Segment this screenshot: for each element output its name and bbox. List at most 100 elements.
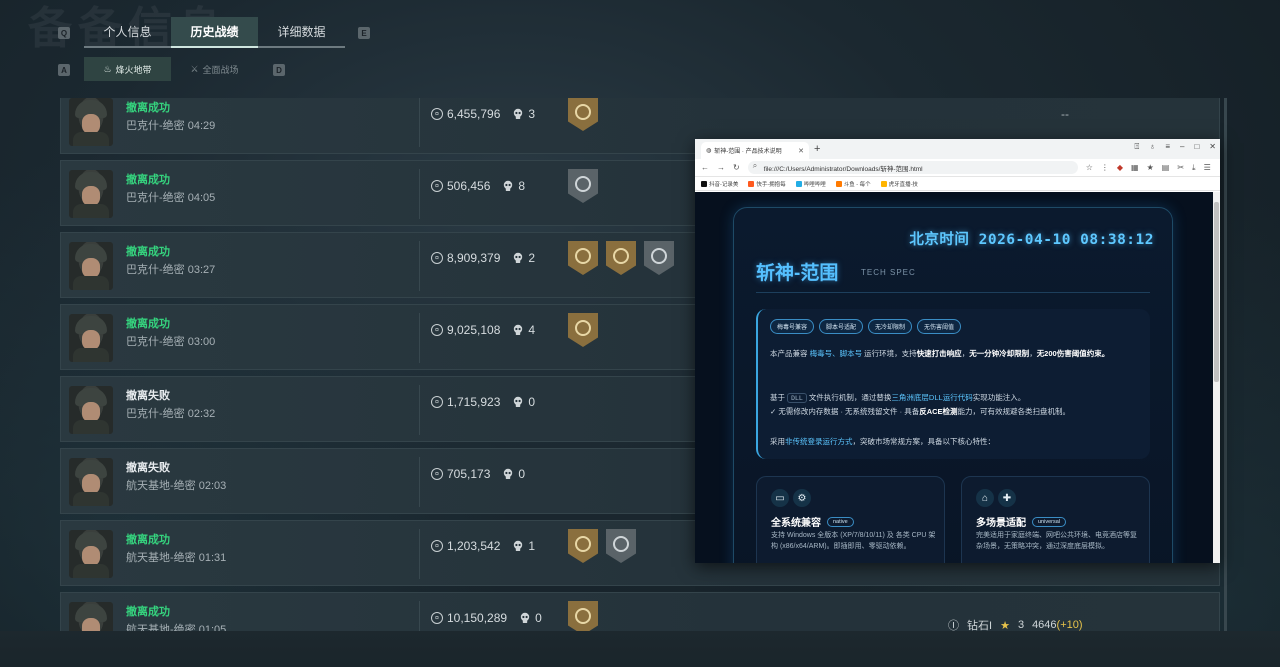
- new-tab-button[interactable]: +: [814, 142, 820, 159]
- close-tab-icon[interactable]: ✕: [798, 147, 804, 155]
- extraction-status: 撤离成功: [126, 102, 170, 114]
- loot-value: ¤ 1,715,923 0: [431, 395, 535, 409]
- medal-badge-icon[interactable]: [568, 313, 598, 347]
- medal-badge-icon[interactable]: [568, 529, 598, 563]
- row-divider: [419, 385, 420, 435]
- product-title: 斩神-范围: [756, 263, 839, 284]
- bookmark-bilibili[interactable]: 哔哩哔哩: [795, 180, 826, 188]
- extraction-status: 撤离成功: [126, 606, 170, 618]
- feature-card-scenes: ⌂ ✚ 多场景适配 universal 完美适用于家庭终端、网吧公共环境、电竞酒店…: [961, 476, 1150, 563]
- pill-tag: 无伤害阈值: [917, 319, 962, 334]
- map-and-time: 巴克什-绝密 04:29: [126, 120, 216, 132]
- operator-avatar: [69, 602, 113, 631]
- browser-scroll-thumb[interactable]: [1214, 202, 1219, 382]
- rank-delta: (+10): [1056, 619, 1083, 631]
- medal-badge-icon[interactable]: [606, 241, 636, 275]
- back-icon[interactable]: ←: [701, 163, 709, 172]
- tab-mode-warfare[interactable]: ⚔ 全面战场: [171, 57, 258, 81]
- forward-icon[interactable]: →: [717, 163, 725, 172]
- browser-scrollbar[interactable]: [1213, 192, 1220, 563]
- pill-tag: 无冷却限制: [868, 319, 913, 334]
- skull-icon: [502, 468, 514, 480]
- feature-title: 全系统兼容 native: [771, 514, 854, 529]
- kill-count: 1: [528, 539, 536, 553]
- coin-icon: ¤: [431, 396, 443, 408]
- beijing-clock: 北京时间 2026-04-10 08:38:12: [909, 232, 1154, 248]
- skull-icon: [512, 252, 524, 264]
- url-field[interactable]: file:///C:/Users/Administrator/Downloads…: [747, 161, 1078, 174]
- bottom-bar: [0, 631, 1280, 667]
- settings-menu-icon[interactable]: ☰: [1204, 163, 1211, 172]
- kill-count: 0: [535, 611, 542, 625]
- browser-titlebar: ◍ 斩神-范围 · 产品技术说明 ✕ + ⍐ ♁ ≡ – □ ✕: [695, 139, 1220, 159]
- reload-icon[interactable]: ↻: [733, 163, 740, 172]
- kill-count: 4: [528, 323, 536, 337]
- minimize-icon[interactable]: –: [1180, 142, 1184, 152]
- feature-title: 多场景适配 universal: [976, 514, 1067, 529]
- key-hint-d: D: [273, 64, 285, 76]
- kill-count: 8: [518, 179, 526, 193]
- tab-match-history[interactable]: 历史战绩: [171, 17, 258, 48]
- tab-detailed-data[interactable]: 详细数据: [258, 17, 345, 46]
- extraction-status: 撤离成功: [126, 246, 170, 258]
- globe-icon: ◍: [706, 148, 712, 154]
- tab-mode-extraction-label: 烽火地带: [115, 64, 152, 75]
- download-icon[interactable]: ⤓: [1192, 163, 1196, 173]
- medal-badge-icon[interactable]: [644, 241, 674, 275]
- loot-value-text: 1,203,542: [447, 539, 501, 553]
- spec-card: 北京时间 2026-04-10 08:38:12 斩神-范围 TECH SPEC…: [733, 207, 1173, 563]
- close-window-icon[interactable]: ✕: [1209, 142, 1216, 152]
- bookmark-douyin[interactable]: 抖音-记录美: [701, 180, 738, 188]
- tab-mode-extraction[interactable]: ♨ 烽火地带: [84, 57, 171, 81]
- star-icon[interactable]: ☆: [1086, 163, 1093, 172]
- more-icon[interactable]: ⋮: [1101, 163, 1109, 172]
- map-and-time: 航天基地-绝密 02:03: [126, 480, 227, 492]
- key-hint-a: A: [58, 64, 70, 76]
- loot-value-text: 9,025,108: [447, 323, 501, 337]
- shirt-icon[interactable]: ♁: [1149, 142, 1155, 152]
- map-and-time: 巴克什-绝密 03:27: [126, 264, 216, 276]
- mode-tabs: ♨ 烽火地带 ⚔ 全面战场: [84, 57, 258, 81]
- skull-icon: [512, 396, 524, 408]
- list-scrollbar[interactable]: [1224, 98, 1227, 631]
- feature-tag: universal: [1032, 516, 1067, 527]
- operator-avatar: [69, 386, 113, 434]
- match-record-row[interactable]: 撤离成功 航天基地-绝密 01:05 ¤ 10,150,289 0 Ⓘ 钻石I ★ 3 4646(…: [60, 592, 1220, 631]
- skull-icon: [502, 180, 514, 192]
- main-tabs: 个人信息 历史战绩 详细数据: [84, 17, 345, 48]
- medal-badges: [568, 98, 598, 131]
- extraction-status: 撤离失败: [126, 390, 170, 402]
- tab-personal-info[interactable]: 个人信息: [84, 17, 171, 46]
- pin-icon[interactable]: ⍐: [1135, 142, 1140, 152]
- favorites-icon[interactable]: ★: [1147, 163, 1154, 172]
- bookmark-huya[interactable]: 虎牙直播-技: [880, 180, 918, 188]
- feature-description: 完美适用于家庭终端、网吧公共环境、电竞酒店等复杂场景，无策略冲突，通过深度底层模…: [976, 532, 1137, 550]
- coin-icon: ¤: [431, 612, 443, 624]
- loot-value: ¤ 506,456 8: [431, 179, 525, 193]
- pill-tag: 梅毒号兼容: [770, 319, 815, 334]
- rank-tier: 钻石I: [967, 620, 993, 631]
- coin-icon: ¤: [431, 180, 443, 192]
- medal-badge-icon[interactable]: [568, 601, 598, 631]
- browser-tab[interactable]: ◍ 斩神-范围 · 产品技术说明 ✕: [701, 142, 809, 159]
- maximize-icon[interactable]: □: [1194, 142, 1199, 152]
- loot-value: ¤ 6,455,796 3: [431, 107, 535, 121]
- extensions-icon[interactable]: ▦: [1131, 163, 1139, 172]
- bookmark-douyu[interactable]: 斗鱼 - 每个: [835, 180, 871, 188]
- map-and-time: 巴克什-绝密 04:05: [126, 192, 216, 204]
- extraction-mode-icon: ♨: [103, 63, 112, 74]
- bookmark-kuaishou[interactable]: 快手-拥抱每: [748, 180, 786, 188]
- shield-icon[interactable]: ◆: [1117, 163, 1123, 172]
- medal-badge-icon[interactable]: [568, 241, 598, 275]
- menu-icon[interactable]: ≡: [1165, 142, 1170, 152]
- feature-tag: native: [827, 516, 854, 527]
- feature-card-compat: ▭ ⚙ 全系统兼容 native 支持 Windows 全版本 (XP/7/8/1…: [756, 476, 945, 563]
- medal-badge-icon[interactable]: [568, 98, 598, 131]
- row-divider: [419, 98, 420, 147]
- apps-icon[interactable]: ▤: [1162, 163, 1170, 172]
- medal-badge-icon[interactable]: [568, 169, 598, 203]
- row-divider: [419, 241, 420, 291]
- row-divider: [419, 457, 420, 507]
- cut-icon[interactable]: ✂: [1177, 163, 1184, 172]
- medal-badge-icon[interactable]: [606, 529, 636, 563]
